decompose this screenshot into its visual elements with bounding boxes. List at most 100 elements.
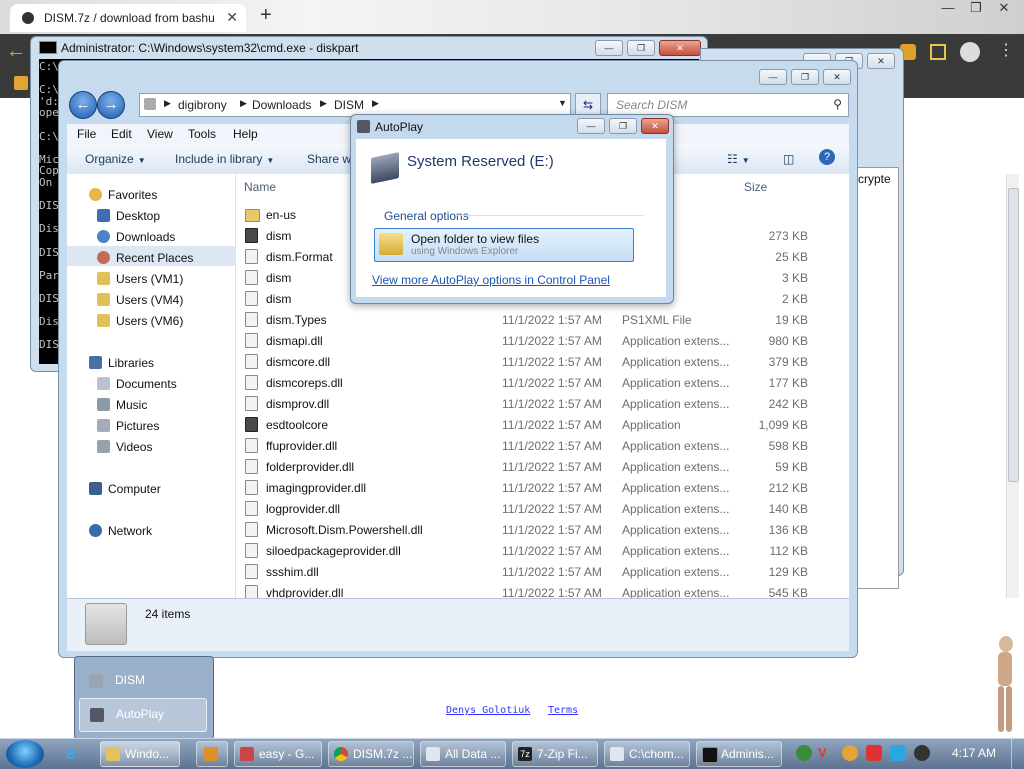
breadcrumb-digibrony[interactable]: digibrony	[178, 98, 227, 112]
file-row[interactable]: siloedpackageprovider.dll 11/1/2022 1:57 …	[236, 540, 836, 561]
autoplay-minimize-button[interactable]: —	[577, 118, 605, 134]
cmd-minimize-button[interactable]: —	[595, 40, 623, 56]
breadcrumb-dism[interactable]: DISM	[334, 98, 364, 112]
explorer-close-button[interactable]: ✕	[823, 69, 851, 85]
taskbar-button-chrome[interactable]: DISM.7z ...	[328, 741, 414, 767]
taskbar-button-admin-cmd[interactable]: Adminis...	[696, 741, 782, 767]
taskbar-button-chom[interactable]: C:\chom...	[604, 741, 690, 767]
tray-monitor-icon[interactable]	[890, 745, 906, 761]
tray-volume-icon[interactable]	[914, 745, 930, 761]
breadcrumb-downloads[interactable]: Downloads	[252, 98, 311, 112]
bookmark-icon[interactable]	[930, 44, 946, 60]
file-row[interactable]: folderprovider.dll 11/1/2022 1:57 AM Appli…	[236, 456, 836, 477]
file-row[interactable]: dismcoreps.dll 11/1/2022 1:57 AM Applicati…	[236, 372, 836, 393]
taskbar-button-easy[interactable]: easy - G...	[234, 741, 322, 767]
taskbar-button-alldata[interactable]: All Data ...	[420, 741, 506, 767]
sevenzip-close-button[interactable]: ✕	[867, 53, 895, 69]
nav-music[interactable]: Music	[97, 398, 147, 412]
include-in-library-button[interactable]: Include in library ▼	[175, 152, 274, 166]
sevenzip-file-list[interactable]	[851, 167, 899, 589]
show-desktop-button[interactable]	[1011, 739, 1024, 769]
nav-network[interactable]: Network	[89, 524, 152, 538]
share-with-button[interactable]: Share wi	[307, 152, 354, 166]
taskbar-button-explorer[interactable]: Windo...	[100, 741, 180, 767]
nav-videos[interactable]: Videos	[97, 440, 152, 454]
menu-help[interactable]: Help	[233, 127, 258, 141]
browser-back-icon[interactable]: ←	[6, 40, 26, 63]
clock[interactable]: 4:17 AM	[952, 746, 996, 760]
file-row[interactable]: dismprov.dll 11/1/2022 1:57 AM Application…	[236, 393, 836, 414]
breadcrumb-chevron-icon[interactable]: ▶	[164, 98, 171, 109]
tab-close-icon[interactable]: ✕	[226, 9, 238, 26]
nav-libraries[interactable]: Libraries	[89, 356, 154, 370]
sevenzip-column-header[interactable]: crypte	[858, 172, 896, 190]
file-row[interactable]: ssshim.dll 11/1/2022 1:57 AM Application e…	[236, 561, 836, 582]
column-header-size[interactable]: Size	[744, 180, 767, 194]
tray-v-icon[interactable]: V	[818, 745, 834, 761]
column-header-name[interactable]: Name	[244, 180, 276, 194]
autoplay-dialog[interactable]: AutoPlay — ❐ ✕ System Reserved (E:) Gene…	[350, 114, 674, 304]
scrollbar-thumb[interactable]	[1008, 188, 1019, 482]
forward-button[interactable]: →	[97, 91, 125, 119]
popup-item-autoplay[interactable]: AutoPlay	[79, 698, 207, 732]
file-row[interactable]: ffuprovider.dll 11/1/2022 1:57 AM Applicat…	[236, 435, 836, 456]
footer-link-terms[interactable]: Terms	[548, 705, 578, 716]
control-panel-link[interactable]: View more AutoPlay options in Control Pa…	[372, 273, 610, 287]
autoplay-maximize-button[interactable]: ❐	[609, 118, 637, 134]
start-button[interactable]	[6, 740, 44, 768]
explorer-maximize-button[interactable]: ❐	[791, 69, 819, 85]
tray-search-icon[interactable]	[842, 745, 858, 761]
menu-view[interactable]: View	[147, 127, 173, 141]
file-row[interactable]: Microsoft.Dism.Powershell.dll 11/1/2022 1…	[236, 519, 836, 540]
browser-minimize-icon[interactable]: —	[934, 0, 962, 15]
cmd-close-button[interactable]: ✕	[659, 40, 701, 56]
open-folder-option[interactable]: Open folder to view files using Windows …	[374, 228, 634, 262]
search-icon[interactable]: ⚲	[833, 97, 842, 111]
footer-link-author[interactable]: Denys Golotiuk	[446, 705, 530, 716]
browser-maximize-icon[interactable]: ❐	[962, 0, 990, 16]
file-row[interactable]: logprovider.dll 11/1/2022 1:57 AM Applicat…	[236, 498, 836, 519]
autoplay-close-button[interactable]: ✕	[641, 118, 669, 134]
nav-documents[interactable]: Documents	[97, 377, 177, 391]
menu-file[interactable]: File	[77, 127, 96, 141]
browser-tab[interactable]: DISM.7z / download from bashu ✕	[10, 4, 246, 32]
menu-tools[interactable]: Tools	[188, 127, 216, 141]
nav-downloads[interactable]: Downloads	[97, 230, 175, 244]
explorer-minimize-button[interactable]: —	[759, 69, 787, 85]
new-tab-button[interactable]: +	[260, 4, 272, 27]
profile-avatar-icon[interactable]	[960, 42, 980, 62]
nav-favorites[interactable]: Favorites	[89, 188, 157, 202]
nav-users-vm1[interactable]: Users (VM1)	[97, 272, 183, 286]
organize-button[interactable]: Organize ▼	[85, 152, 146, 166]
nav-users-vm6[interactable]: Users (VM6)	[97, 314, 183, 328]
file-row[interactable]: imagingprovider.dll 11/1/2022 1:57 AM Appl…	[236, 477, 836, 498]
tray-network-icon[interactable]	[796, 745, 812, 761]
taskbar-button-7zip[interactable]: 7z 7-Zip Fi...	[512, 741, 598, 767]
nav-pictures[interactable]: Pictures	[97, 419, 159, 433]
nav-computer[interactable]: Computer	[89, 482, 161, 496]
taskbar-button-media[interactable]	[196, 741, 228, 767]
breadcrumb-chevron-icon[interactable]: ▶	[372, 98, 379, 109]
nav-desktop[interactable]: Desktop	[97, 209, 160, 223]
view-options-icon[interactable]: ☷ ▼	[727, 152, 750, 166]
file-row[interactable]: esdtoolcore 11/1/2022 1:57 AM Application 1…	[236, 414, 836, 435]
breadcrumb-chevron-icon[interactable]: ▶	[240, 98, 247, 109]
file-row[interactable]: dismapi.dll 11/1/2022 1:57 AM Application …	[236, 330, 836, 351]
breadcrumb-chevron-icon[interactable]: ▶	[320, 98, 327, 109]
file-row[interactable]: dismcore.dll 11/1/2022 1:57 AM Application…	[236, 351, 836, 372]
popup-item-dism[interactable]: DISM	[79, 665, 205, 697]
tray-flag-icon[interactable]	[866, 745, 882, 761]
back-button[interactable]: ←	[69, 91, 97, 119]
help-icon[interactable]: ?	[819, 149, 835, 165]
internet-explorer-icon[interactable]: e	[66, 743, 88, 765]
address-dropdown-icon[interactable]: ▼	[558, 98, 567, 108]
browser-menu-icon[interactable]: ⋮	[998, 40, 1014, 59]
nav-recent-places[interactable]: Recent Places	[97, 251, 193, 265]
nav-users-vm4[interactable]: Users (VM4)	[97, 293, 183, 307]
vertical-scrollbar[interactable]	[1006, 174, 1019, 598]
browser-close-icon[interactable]: ✕	[990, 0, 1018, 16]
bookmark-item-icon[interactable]	[14, 76, 28, 90]
file-row[interactable]: dism.Types 11/1/2022 1:57 AM PS1XML File 19…	[236, 309, 836, 330]
preview-pane-icon[interactable]: ◫	[783, 152, 794, 166]
cmd-maximize-button[interactable]: ❐	[627, 40, 655, 56]
